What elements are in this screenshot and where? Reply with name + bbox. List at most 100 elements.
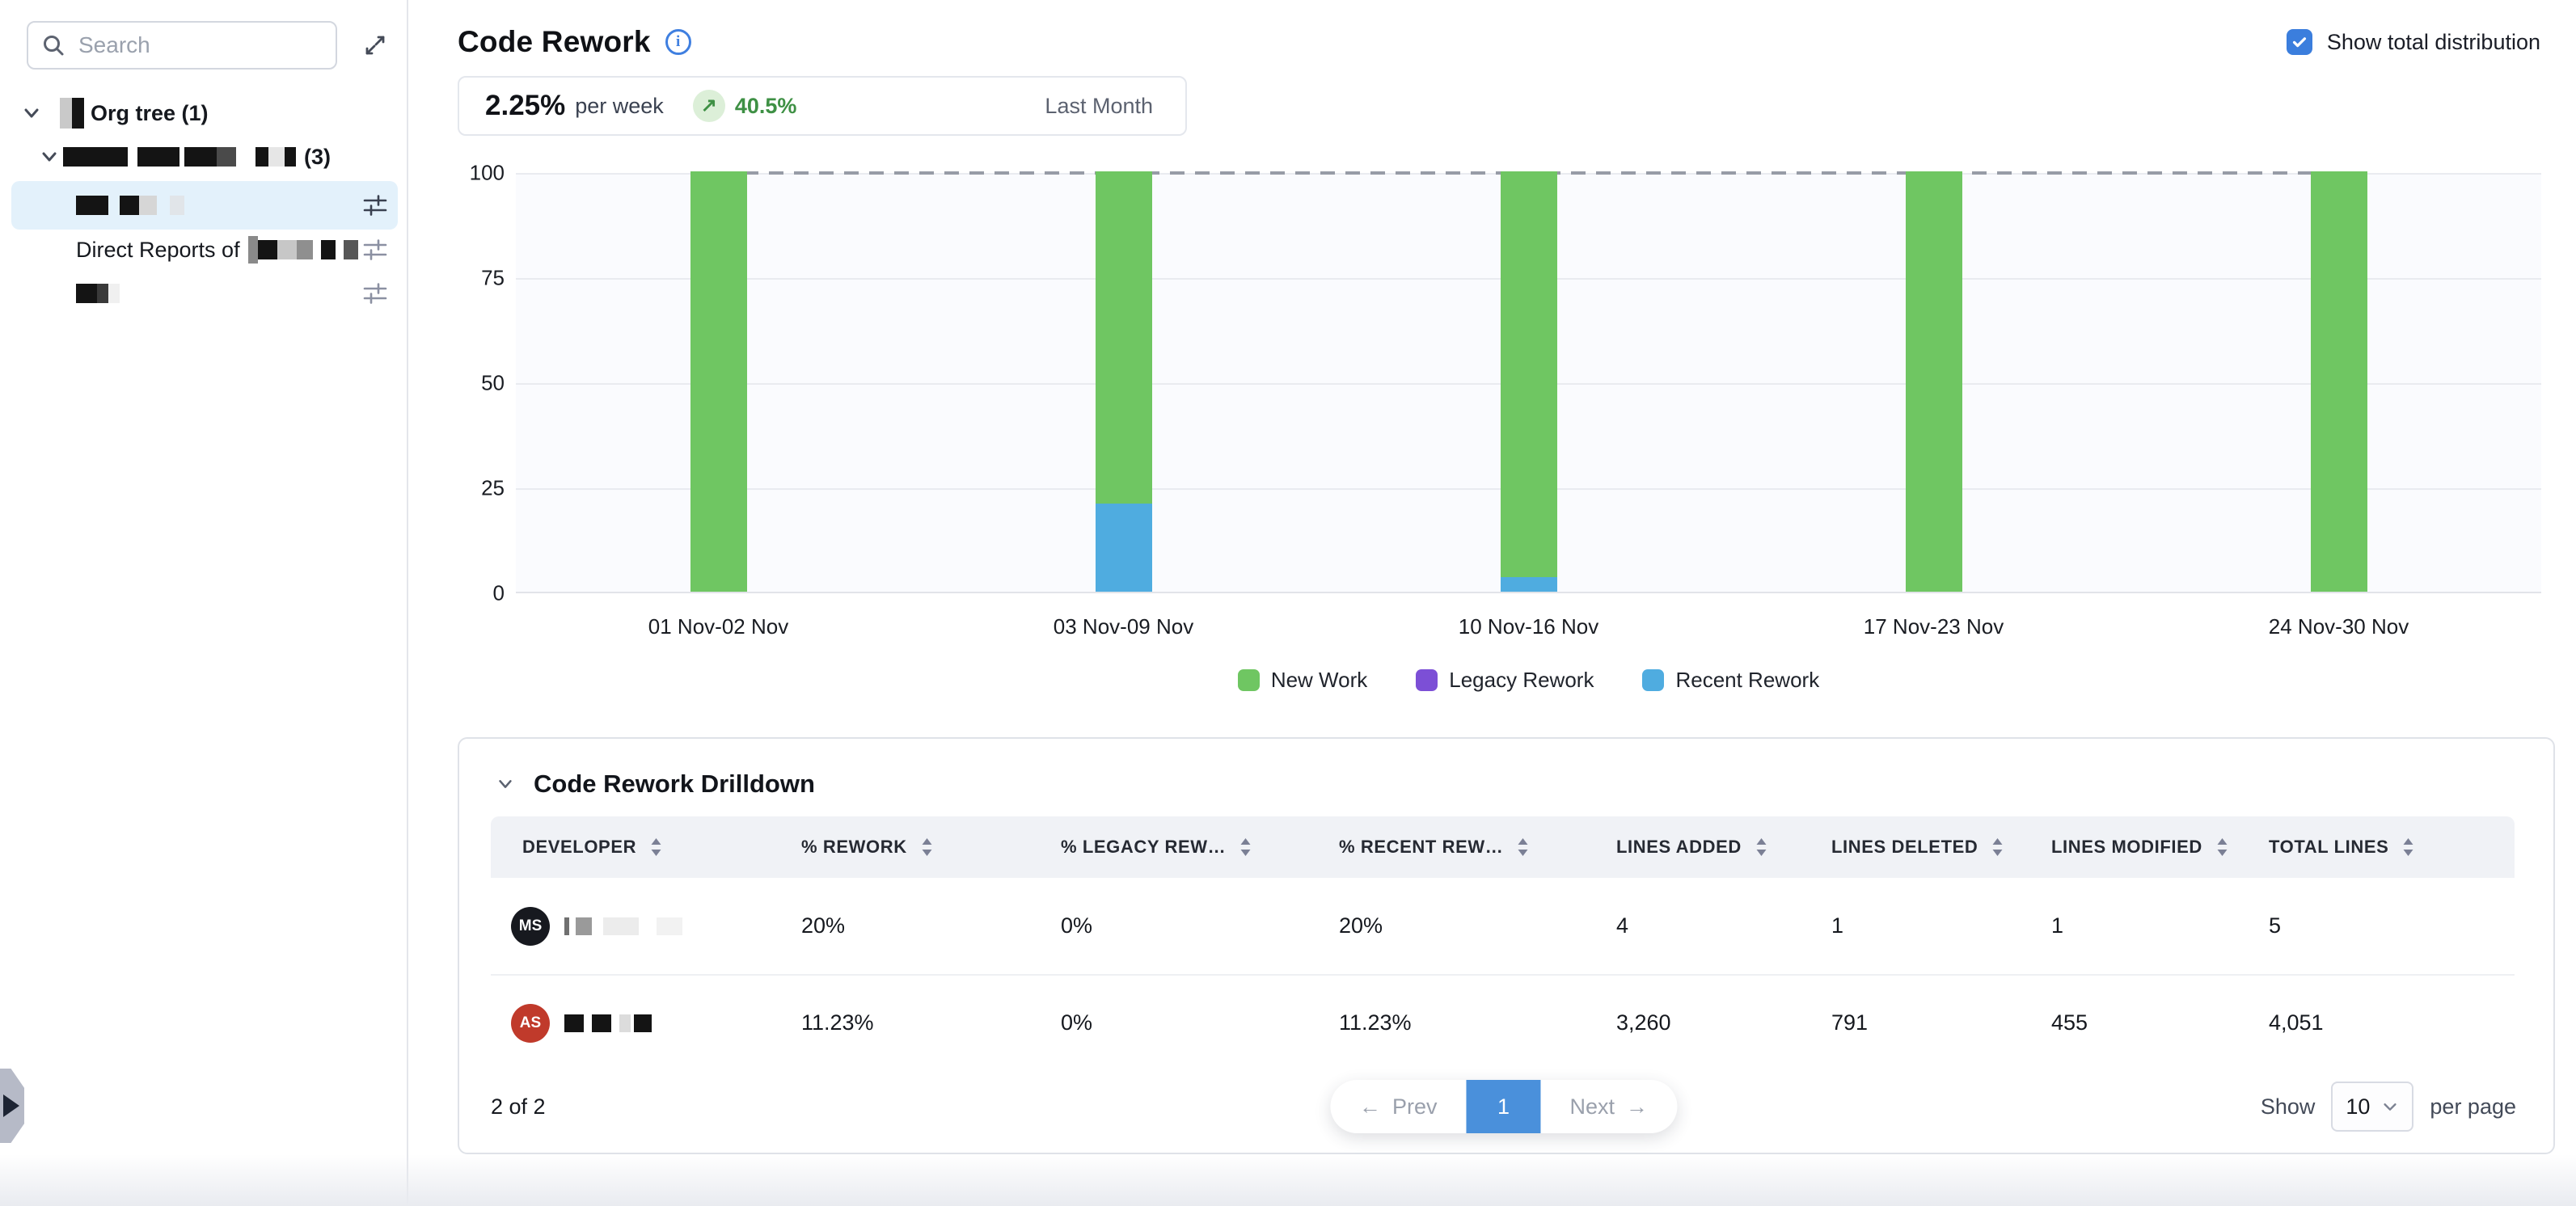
tree-item-label: Org tree (1)	[91, 101, 209, 126]
table-cell: 20%	[1339, 913, 1616, 938]
column-header-developer[interactable]: DEVELOPER	[522, 836, 801, 858]
per-page-label: per page	[2430, 1094, 2516, 1120]
column-label: % REWORK	[801, 837, 907, 858]
org-avatar-redacted	[60, 98, 84, 129]
chevron-down-icon[interactable]	[492, 770, 519, 798]
bar-segment-new-work[interactable]	[2311, 171, 2367, 592]
developer-name-redacted	[564, 1014, 652, 1032]
table-cell: 1	[1831, 913, 2051, 938]
stat-period: Last Month	[1045, 94, 1153, 119]
sort-icon	[920, 836, 934, 858]
table-row[interactable]: MS20%0%20%4115	[491, 878, 2515, 974]
stacked-bar[interactable]	[1096, 171, 1152, 592]
column-header-rework[interactable]: % REWORK	[801, 836, 1061, 858]
column-label: % LEGACY REW…	[1061, 837, 1226, 858]
column-label: % RECENT REW…	[1339, 837, 1503, 858]
column-header-legacy-rew[interactable]: % LEGACY REW…	[1061, 836, 1339, 858]
sort-icon	[1239, 836, 1252, 858]
stacked-bar[interactable]	[1501, 171, 1557, 592]
column-header-lines-added[interactable]: LINES ADDED	[1616, 836, 1831, 858]
next-page-button[interactable]: Next →	[1541, 1080, 1678, 1133]
table-cell: 4,051	[2269, 1010, 2515, 1035]
sort-icon	[649, 836, 663, 858]
legend-label: New Work	[1271, 668, 1367, 693]
x-tick-label: 17 Nov-23 Nov	[1731, 614, 2136, 639]
selected-highlight	[11, 181, 398, 230]
column-header-lines-modified[interactable]: LINES MODIFIED	[2051, 836, 2269, 858]
bar-segment-new-work[interactable]	[1906, 171, 1962, 592]
info-icon[interactable]: i	[665, 29, 691, 55]
column-header-lines-deleted[interactable]: LINES DELETED	[1831, 836, 2051, 858]
filter-sliders-icon[interactable]	[359, 189, 391, 221]
tree-item-group[interactable]: (3)	[0, 137, 408, 176]
sort-icon	[2215, 836, 2229, 858]
stat-value: 2.25%	[485, 90, 565, 122]
expand-panel-icon[interactable]	[359, 29, 391, 61]
legend-item[interactable]: Legacy Rework	[1416, 668, 1594, 693]
table-row[interactable]: AS11.23%0%11.23%3,2607914554,051	[491, 974, 2515, 1070]
bar-segment-recent-rework[interactable]	[1096, 504, 1152, 592]
arrow-right-icon: →	[1626, 1094, 1648, 1120]
table-cell: 455	[2051, 1010, 2269, 1035]
stacked-bar[interactable]	[690, 171, 747, 592]
table-cell: 20%	[801, 913, 1061, 938]
drilldown-title: Code Rework Drilldown	[534, 770, 815, 799]
table-cell: 1	[2051, 913, 2269, 938]
column-header-total-lines[interactable]: TOTAL LINES	[2269, 836, 2515, 858]
filter-sliders-icon[interactable]	[359, 277, 391, 310]
bar-segment-new-work[interactable]	[1501, 171, 1557, 577]
trend-value: 40.5%	[735, 94, 797, 119]
legend-swatch-icon	[1642, 669, 1664, 691]
bar-segment-new-work[interactable]	[690, 171, 747, 592]
selected-name-redacted	[76, 196, 184, 215]
current-page-button[interactable]: 1	[1467, 1080, 1541, 1133]
show-total-distribution-toggle[interactable]: Show total distribution	[2287, 29, 2540, 55]
tree-item-direct-reports[interactable]: Direct Reports of	[0, 233, 408, 267]
drilldown-card: Code Rework Drilldown DEVELOPER% REWORK%…	[458, 737, 2555, 1154]
pagination: ← Prev 1 Next →	[1330, 1080, 1677, 1133]
bars	[516, 173, 2541, 592]
drilldown-table: DEVELOPER% REWORK % LEGACY REW… % RECENT R…	[491, 816, 2515, 1070]
checkbox-checked-icon[interactable]	[2287, 29, 2312, 55]
chevron-down-icon[interactable]	[36, 143, 63, 171]
column-label: LINES MODIFIED	[2051, 837, 2202, 858]
x-tick-label: 10 Nov-16 Nov	[1326, 614, 1731, 639]
legend-item[interactable]: Recent Rework	[1642, 668, 1819, 693]
prev-page-button[interactable]: ← Prev	[1330, 1080, 1467, 1133]
table-cell: 4	[1616, 913, 1831, 938]
bar-segment-recent-rework[interactable]	[1501, 577, 1557, 592]
bar-segment-new-work[interactable]	[1096, 171, 1152, 504]
arrow-left-icon: ←	[1359, 1094, 1381, 1120]
filter-sliders-icon[interactable]	[359, 234, 391, 266]
page-header: Code Rework i Show total distribution	[458, 21, 2540, 63]
legend-label: Recent Rework	[1675, 668, 1819, 693]
sort-icon	[1755, 836, 1768, 858]
search-input[interactable]: Search	[27, 21, 337, 70]
page-size-select[interactable]: 10	[2331, 1082, 2413, 1132]
code-rework-chart: 0255075100 01 Nov-02 Nov03 Nov-09 Nov10 …	[458, 173, 2555, 706]
chart-legend: New Work Legacy Rework Recent Rework	[516, 668, 2541, 693]
direct-reports-name-redacted	[248, 236, 358, 264]
developer-cell: AS	[511, 1004, 801, 1043]
x-tick-label: 24 Nov-30 Nov	[2136, 614, 2541, 639]
legend-swatch-icon	[1416, 669, 1438, 691]
column-label: TOTAL LINES	[2269, 837, 2388, 858]
search-placeholder: Search	[78, 32, 150, 58]
stacked-bar[interactable]	[1906, 171, 1962, 592]
y-tick-label: 50	[458, 371, 505, 396]
developer-name-redacted	[564, 917, 682, 935]
tree-item-org-root[interactable]: Org tree (1)	[0, 94, 408, 133]
tree-item-leaf[interactable]	[0, 276, 408, 310]
table-cell: 0%	[1061, 1010, 1339, 1035]
tree-item-selected[interactable]	[0, 181, 408, 230]
chevron-down-icon[interactable]	[18, 99, 45, 127]
drilldown-header[interactable]: Code Rework Drilldown	[492, 770, 815, 799]
x-tick-label: 01 Nov-02 Nov	[516, 614, 921, 639]
y-tick-label: 25	[458, 476, 505, 501]
table-header-row: DEVELOPER% REWORK % LEGACY REW… % RECENT R…	[491, 816, 2515, 878]
developer-cell: MS	[511, 907, 801, 946]
avatar: AS	[511, 1004, 550, 1043]
legend-item[interactable]: New Work	[1238, 668, 1367, 693]
stacked-bar[interactable]	[2311, 171, 2367, 592]
column-header-recent-rew[interactable]: % RECENT REW…	[1339, 836, 1616, 858]
